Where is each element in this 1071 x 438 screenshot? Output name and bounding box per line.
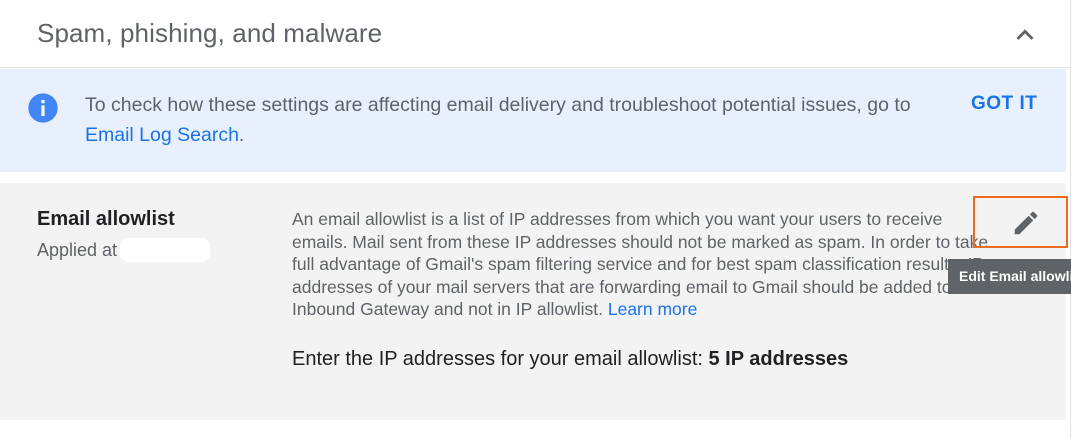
info-message: To check how these settings are affectin… (85, 90, 960, 150)
got-it-button[interactable]: GOT IT (971, 93, 1037, 115)
info-message-suffix: . (238, 124, 245, 146)
section-title: Spam, phishing, and malware (37, 18, 383, 48)
summary-value: 5 IP addresses (708, 348, 849, 370)
info-message-text: To check how these settings are affectin… (85, 94, 911, 116)
summary-label: Enter the IP addresses for your email al… (292, 348, 709, 370)
setting-applied-at: Applied at (37, 240, 118, 260)
pencil-icon (1014, 211, 1038, 235)
redacted-org-unit (120, 238, 210, 262)
email-allowlist-setting[interactable]: Email allowlist Applied at An email allo… (0, 183, 1066, 420)
edit-email-allowlist-button[interactable] (973, 196, 1068, 248)
collapse-button[interactable] (1008, 18, 1042, 52)
info-banner: To check how these settings are affectin… (0, 69, 1066, 172)
setting-name: Email allowlist (37, 208, 175, 230)
allowlist-summary: Enter the IP addresses for your email al… (292, 348, 848, 371)
section-header[interactable]: Spam, phishing, and malware (0, 0, 1071, 68)
email-log-search-link[interactable]: Email Log Search (85, 124, 239, 146)
chevron-up-icon (1016, 29, 1034, 40)
info-icon (28, 93, 58, 123)
learn-more-link[interactable]: Learn more (608, 299, 698, 319)
setting-description: An email allowlist is a list of IP addre… (292, 208, 992, 321)
edit-tooltip: Edit Email allowlist (948, 259, 1071, 294)
settings-panel: Spam, phishing, and malware To check how… (0, 0, 1071, 438)
